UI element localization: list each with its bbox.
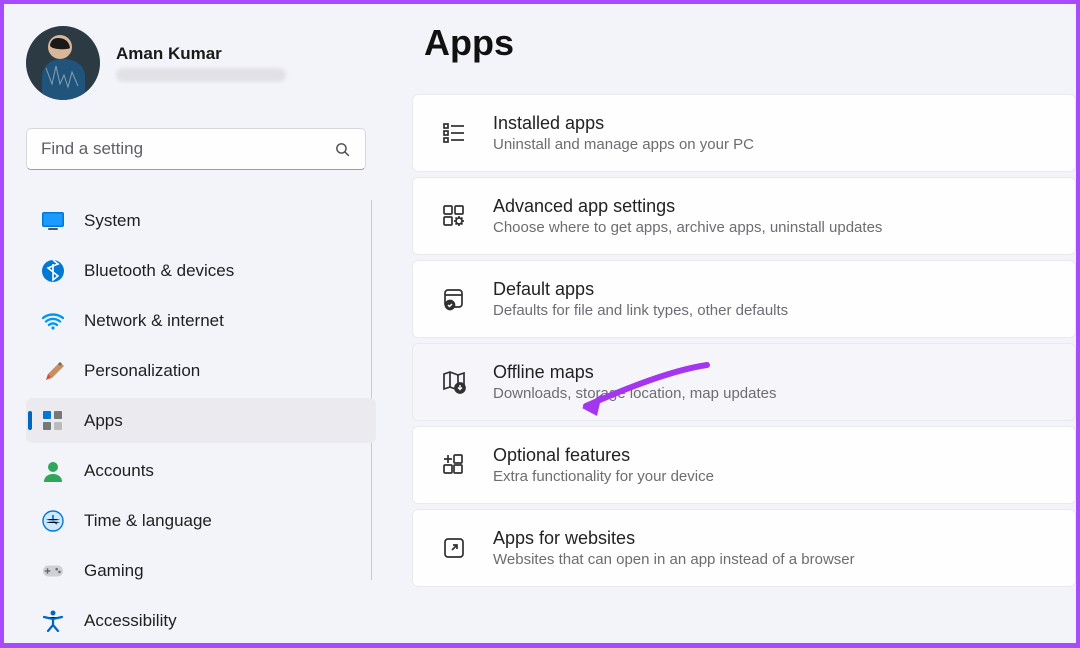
sidebar-item-personalization[interactable]: Personalization [26, 348, 376, 393]
card-subtitle: Extra functionality for your device [493, 468, 714, 485]
nav-list: System Bluetooth & devices Network & int… [26, 198, 376, 643]
bluetooth-icon [42, 260, 64, 282]
sidebar-item-label: System [84, 211, 141, 231]
card-default-apps[interactable]: Default apps Defaults for file and link t… [412, 260, 1076, 338]
sidebar-item-accessibility[interactable]: Accessibility [26, 598, 376, 643]
card-title: Installed apps [493, 113, 754, 134]
map-download-icon [441, 369, 467, 395]
paintbrush-icon [42, 360, 64, 382]
apps-icon [42, 410, 64, 432]
page-title: Apps [424, 22, 1076, 64]
card-subtitle: Defaults for file and link types, other … [493, 302, 788, 319]
avatar [26, 26, 100, 100]
sidebar-item-label: Accessibility [84, 611, 177, 631]
card-installed-apps[interactable]: Installed apps Uninstall and manage apps … [412, 94, 1076, 172]
app-plus-icon [441, 452, 467, 478]
sidebar-item-apps[interactable]: Apps [26, 398, 376, 443]
sidebar-item-bluetooth[interactable]: Bluetooth & devices [26, 248, 376, 293]
card-subtitle: Websites that can open in an app instead… [493, 551, 855, 568]
search-placeholder: Find a setting [41, 139, 143, 159]
sidebar-item-label: Network & internet [84, 311, 224, 331]
settings-cards: Installed apps Uninstall and manage apps … [412, 94, 1076, 587]
sidebar-item-label: Accounts [84, 461, 154, 481]
card-subtitle: Downloads, storage location, map updates [493, 385, 777, 402]
profile-name: Aman Kumar [116, 44, 286, 64]
sidebar: Aman Kumar Find a setting System Bluetoo… [26, 26, 376, 648]
card-title: Apps for websites [493, 528, 855, 549]
wifi-icon [42, 310, 64, 332]
sidebar-item-label: Bluetooth & devices [84, 261, 234, 281]
sidebar-item-label: Apps [84, 411, 123, 431]
sidebar-item-network[interactable]: Network & internet [26, 298, 376, 343]
app-gear-icon [441, 203, 467, 229]
card-subtitle: Uninstall and manage apps on your PC [493, 136, 754, 153]
system-icon [42, 210, 64, 232]
card-title: Advanced app settings [493, 196, 882, 217]
search-input[interactable]: Find a setting [26, 128, 366, 170]
sidebar-item-system[interactable]: System [26, 198, 376, 243]
sidebar-item-accounts[interactable]: Accounts [26, 448, 376, 493]
card-title: Optional features [493, 445, 714, 466]
open-external-icon [441, 535, 467, 561]
sidebar-item-label: Time & language [84, 511, 212, 531]
person-icon [42, 460, 64, 482]
sidebar-item-gaming[interactable]: Gaming [26, 548, 376, 593]
card-advanced-app-settings[interactable]: Advanced app settings Choose where to get… [412, 177, 1076, 255]
card-optional-features[interactable]: Optional features Extra functionality for… [412, 426, 1076, 504]
app-check-icon [441, 286, 467, 312]
profile-block[interactable]: Aman Kumar [26, 26, 376, 100]
card-title: Offline maps [493, 362, 777, 383]
card-subtitle: Choose where to get apps, archive apps, … [493, 219, 882, 236]
sidebar-item-time-language[interactable]: Time & language [26, 498, 376, 543]
card-offline-maps[interactable]: Offline maps Downloads, storage location,… [412, 343, 1076, 421]
list-icon [441, 120, 467, 146]
gamepad-icon [42, 560, 64, 582]
accessibility-icon [42, 610, 64, 632]
clock-globe-icon [42, 510, 64, 532]
search-icon [334, 141, 351, 158]
sidebar-item-label: Personalization [84, 361, 200, 381]
card-apps-for-websites[interactable]: Apps for websites Websites that can open … [412, 509, 1076, 587]
sidebar-item-label: Gaming [84, 561, 144, 581]
main-content: Apps Installed apps Uninstall and manage … [412, 22, 1076, 642]
profile-email-redacted [116, 68, 286, 82]
card-title: Default apps [493, 279, 788, 300]
